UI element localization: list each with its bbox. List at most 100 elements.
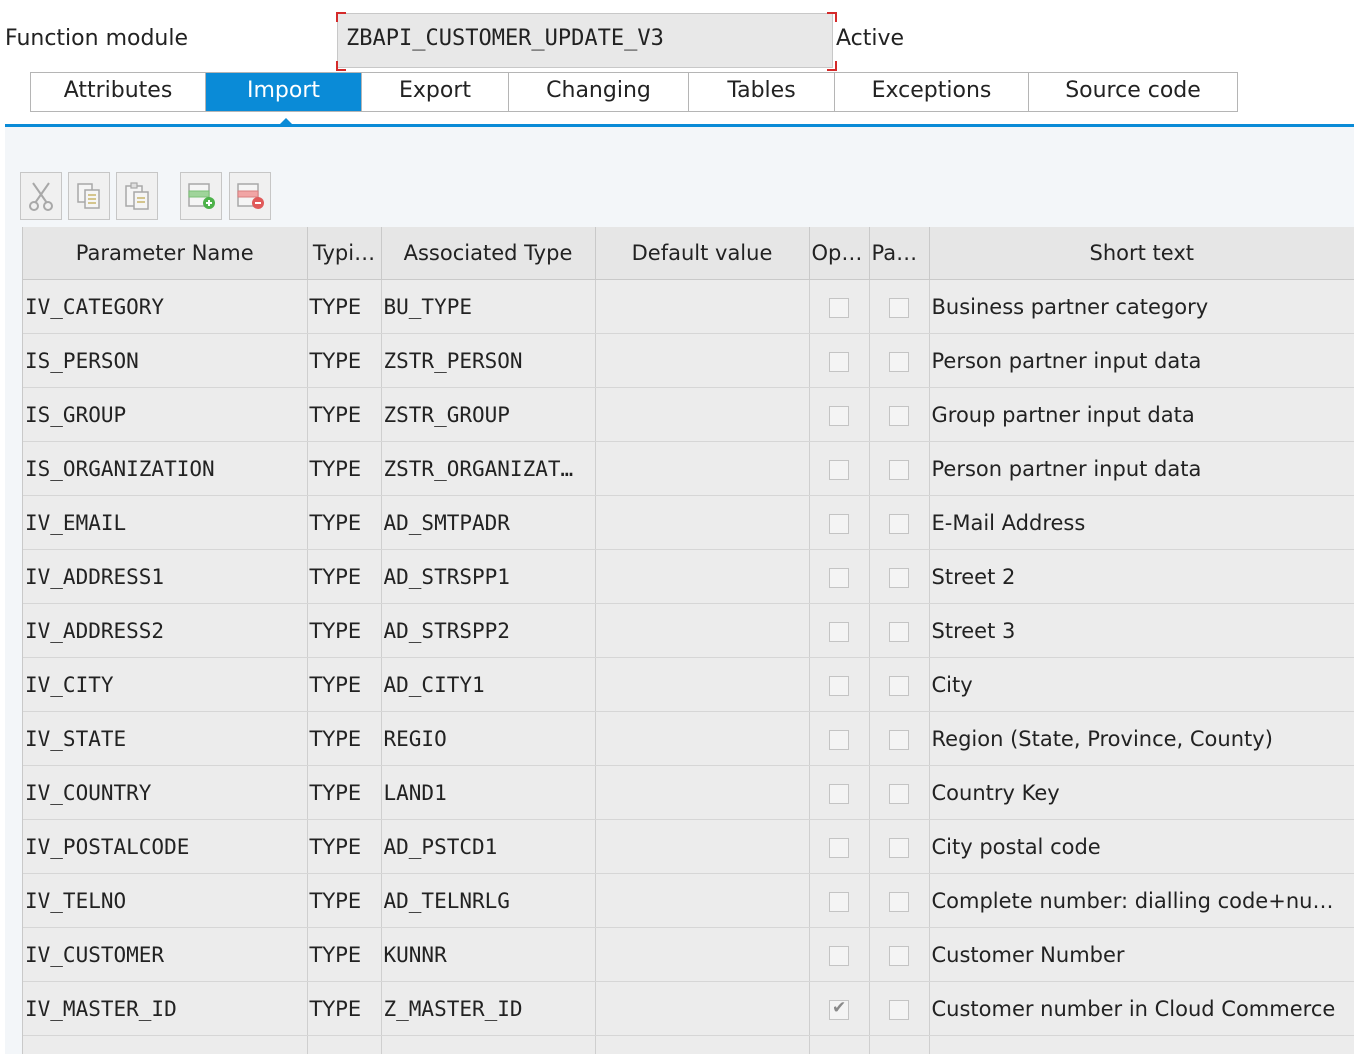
- column-header-optional[interactable]: Opt…: [809, 227, 870, 280]
- pass-value-checkbox[interactable]: [889, 891, 909, 912]
- parameter-name-cell[interactable]: IS_ORGANIZATION: [23, 441, 308, 496]
- typing-cell[interactable]: TYPE: [307, 333, 382, 388]
- short-text-cell[interactable]: Person partner input data: [929, 333, 1354, 388]
- typing-cell[interactable]: TYPE: [307, 711, 382, 766]
- column-header-default-value[interactable]: Default value: [595, 227, 810, 280]
- optional-checkbox[interactable]: [829, 729, 849, 750]
- tab-tables[interactable]: Tables: [689, 73, 835, 111]
- typing-cell[interactable]: TYPE: [307, 549, 382, 604]
- table-row[interactable]: IV_ADDRESS1 TYPE AD_STRSPP1 Street 2: [23, 549, 1354, 604]
- tab-export[interactable]: Export: [362, 73, 509, 111]
- optional-checkbox[interactable]: [829, 297, 849, 318]
- tab-attributes[interactable]: Attributes: [31, 73, 206, 111]
- table-row[interactable]: IV_TELNO TYPE AD_TELNRLG Complete number: d…: [23, 873, 1354, 928]
- parameter-name-cell[interactable]: IV_MASTER_ID: [23, 981, 308, 1036]
- optional-checkbox[interactable]: [829, 675, 849, 696]
- associated-type-cell[interactable]: AD_CITY1: [381, 657, 596, 712]
- typing-cell[interactable]: TYPE: [307, 819, 382, 874]
- typing-cell[interactable]: TYPE: [307, 981, 382, 1036]
- typing-cell[interactable]: TYPE: [307, 765, 382, 820]
- short-text-cell[interactable]: Business partner category: [929, 279, 1354, 334]
- default-value-cell[interactable]: [595, 657, 810, 712]
- optional-checkbox[interactable]: [829, 998, 849, 1020]
- column-header-typing[interactable]: Typi…: [307, 227, 382, 280]
- typing-cell[interactable]: TYPE: [307, 873, 382, 928]
- associated-type-cell[interactable]: AD_STRSPP2: [381, 603, 596, 658]
- pass-value-checkbox[interactable]: [889, 783, 909, 804]
- table-row[interactable]: IV_POSTALCODE TYPE AD_PSTCD1 City postal co…: [23, 819, 1354, 874]
- function-module-name-field[interactable]: ZBAPI_CUSTOMER_UPDATE_V3: [337, 13, 833, 68]
- table-row[interactable]: [23, 1035, 1354, 1054]
- default-value-cell[interactable]: [595, 279, 810, 334]
- default-value-cell[interactable]: [595, 873, 810, 928]
- associated-type-cell[interactable]: ZSTR_ORGANIZAT…: [381, 441, 596, 496]
- optional-checkbox[interactable]: [829, 351, 849, 372]
- default-value-cell[interactable]: [595, 495, 810, 550]
- default-value-cell[interactable]: [595, 333, 810, 388]
- table-row[interactable]: IV_ADDRESS2 TYPE AD_STRSPP2 Street 3: [23, 603, 1354, 658]
- optional-checkbox[interactable]: [829, 405, 849, 426]
- pass-value-checkbox[interactable]: [889, 459, 909, 480]
- parameter-name-cell[interactable]: IV_EMAIL: [23, 495, 308, 550]
- delete-row-button[interactable]: [229, 172, 271, 220]
- default-value-cell[interactable]: [595, 441, 810, 496]
- pass-value-checkbox[interactable]: [889, 513, 909, 534]
- table-row[interactable]: IV_EMAIL TYPE AD_SMTPADR E-Mail Address: [23, 495, 1354, 550]
- short-text-cell[interactable]: Complete number: dialling code+num…: [929, 873, 1354, 928]
- associated-type-cell[interactable]: AD_TELNRLG: [381, 873, 596, 928]
- optional-checkbox[interactable]: [829, 945, 849, 966]
- parameter-name-cell[interactable]: IV_TELNO: [23, 873, 308, 928]
- typing-cell[interactable]: TYPE: [307, 495, 382, 550]
- tab-exceptions[interactable]: Exceptions: [835, 73, 1029, 111]
- optional-checkbox[interactable]: [829, 783, 849, 804]
- associated-type-cell[interactable]: [381, 1035, 596, 1054]
- optional-checkbox[interactable]: [829, 891, 849, 912]
- associated-type-cell[interactable]: AD_SMTPADR: [381, 495, 596, 550]
- parameter-name-cell[interactable]: IV_STATE: [23, 711, 308, 766]
- default-value-cell[interactable]: [595, 981, 810, 1036]
- associated-type-cell[interactable]: AD_PSTCD1: [381, 819, 596, 874]
- short-text-cell[interactable]: [929, 1035, 1354, 1054]
- parameter-name-cell[interactable]: IV_CUSTOMER: [23, 927, 308, 982]
- optional-checkbox[interactable]: [829, 837, 849, 858]
- parameter-name-cell[interactable]: IV_ADDRESS2: [23, 603, 308, 658]
- pass-value-checkbox[interactable]: [889, 729, 909, 750]
- optional-checkbox[interactable]: [829, 567, 849, 588]
- table-row[interactable]: IV_CATEGORY TYPE BU_TYPE Business partner c…: [23, 279, 1354, 334]
- cut-button[interactable]: [20, 172, 62, 220]
- associated-type-cell[interactable]: KUNNR: [381, 927, 596, 982]
- short-text-cell[interactable]: City postal code: [929, 819, 1354, 874]
- pass-value-checkbox[interactable]: [889, 351, 909, 372]
- default-value-cell[interactable]: [595, 549, 810, 604]
- table-row[interactable]: IV_MASTER_IDTYPEZ_MASTER_ID Customer numb…: [23, 981, 1354, 1036]
- short-text-cell[interactable]: City: [929, 657, 1354, 712]
- parameter-name-cell[interactable]: [23, 1035, 308, 1054]
- default-value-cell[interactable]: [595, 387, 810, 442]
- table-row[interactable]: IS_ORGANIZATION TYPE ZSTR_ORGANIZAT… Person…: [23, 441, 1354, 496]
- parameter-name-cell[interactable]: IV_CITY: [23, 657, 308, 712]
- paste-button[interactable]: [116, 172, 158, 220]
- optional-checkbox[interactable]: [829, 621, 849, 642]
- pass-value-checkbox[interactable]: [889, 297, 909, 318]
- insert-row-button[interactable]: [180, 172, 222, 220]
- table-row[interactable]: IV_CUSTOMER TYPE KUNNR Customer Number: [23, 927, 1354, 982]
- typing-cell[interactable]: TYPE: [307, 279, 382, 334]
- table-row[interactable]: IV_STATE TYPE REGIO Region (State, Province…: [23, 711, 1354, 766]
- associated-type-cell[interactable]: ZSTR_GROUP: [381, 387, 596, 442]
- associated-type-cell[interactable]: BU_TYPE: [381, 279, 596, 334]
- typing-cell[interactable]: TYPE: [307, 657, 382, 712]
- tab-source-code[interactable]: Source code: [1029, 73, 1237, 111]
- column-header-pass-value[interactable]: Pas…: [869, 227, 930, 280]
- associated-type-cell[interactable]: AD_STRSPP1: [381, 549, 596, 604]
- table-row[interactable]: IS_PERSON TYPE ZSTR_PERSON Person partner i…: [23, 333, 1354, 388]
- associated-type-cell[interactable]: REGIO: [381, 711, 596, 766]
- short-text-cell[interactable]: Group partner input data: [929, 387, 1354, 442]
- parameter-name-cell[interactable]: IV_POSTALCODE: [23, 819, 308, 874]
- default-value-cell[interactable]: [595, 711, 810, 766]
- pass-value-checkbox[interactable]: [889, 567, 909, 588]
- parameter-name-cell[interactable]: IV_CATEGORY: [23, 279, 308, 334]
- pass-value-checkbox[interactable]: [889, 999, 909, 1020]
- pass-value-checkbox[interactable]: [889, 405, 909, 426]
- pass-value-checkbox[interactable]: [889, 945, 909, 966]
- short-text-cell[interactable]: Country Key: [929, 765, 1354, 820]
